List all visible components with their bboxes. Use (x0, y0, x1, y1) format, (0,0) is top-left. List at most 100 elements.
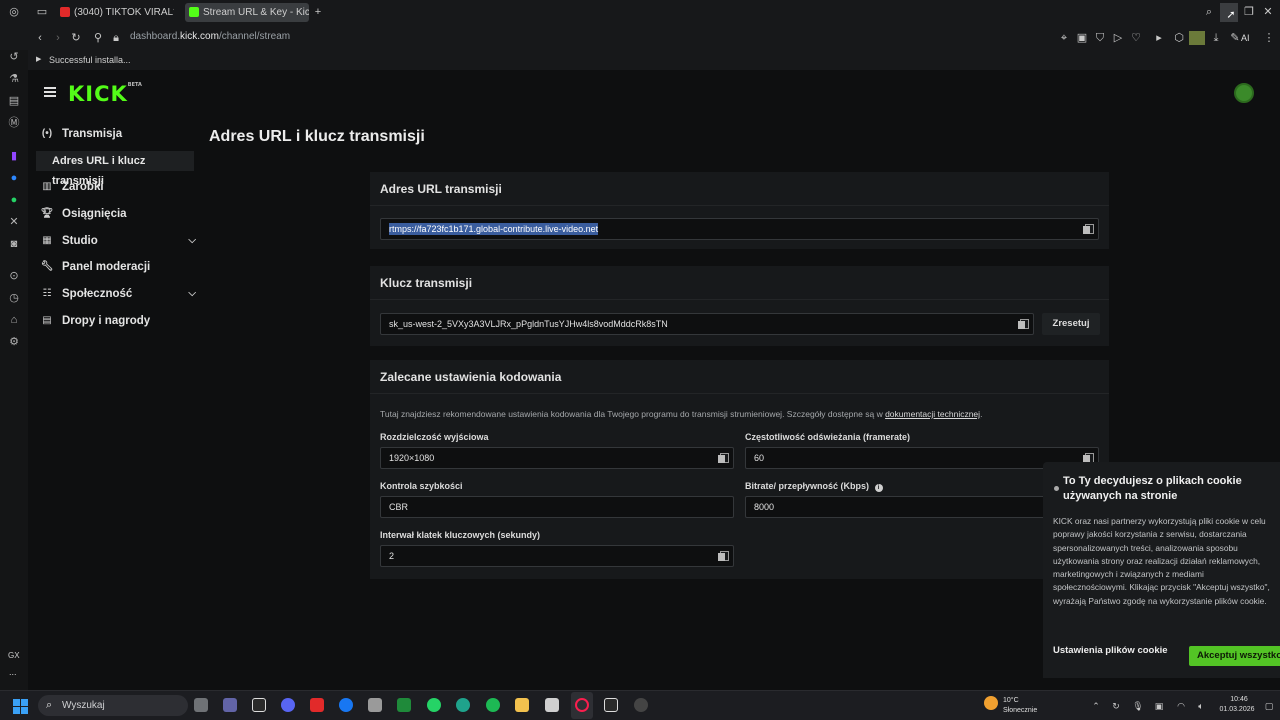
kick-logo[interactable]: KICKBETA (68, 82, 142, 106)
copy-icon[interactable] (718, 453, 729, 463)
more-label[interactable]: ... (9, 667, 17, 677)
microphone-icon[interactable]: 🎙︎ (1131, 700, 1145, 712)
keyframe-field[interactable]: 2 (380, 545, 734, 567)
edge-taskbar-icon[interactable] (456, 698, 470, 712)
opera-menu-icon[interactable]: ◎ (7, 6, 21, 18)
app2-taskbar-icon[interactable] (604, 698, 618, 712)
volume-icon[interactable]: 🔈︎ (1194, 700, 1208, 712)
more-menu-icon[interactable]: ⋮ (1262, 32, 1276, 44)
tab-kick-stream[interactable]: Stream URL & Key - Kick (185, 3, 309, 22)
green-app-taskbar-icon[interactable] (397, 698, 411, 712)
teams-icon[interactable] (223, 698, 237, 712)
tabs-icon[interactable]: ⌂ (7, 313, 21, 327)
snapshot-icon[interactable]: ▣ (1075, 32, 1089, 44)
documentation-link[interactable]: dokumentacji technicznej (885, 409, 980, 419)
app-icon[interactable] (252, 698, 266, 712)
heart-icon[interactable]: ♡ (1129, 32, 1143, 44)
close-window-icon[interactable]: ✕ (1261, 6, 1275, 18)
info-icon[interactable]: i (874, 484, 883, 492)
twitch-icon[interactable]: ▮ (7, 149, 21, 163)
store-taskbar-icon[interactable] (368, 698, 382, 712)
clock-date[interactable]: 01.03.2026 (1211, 705, 1263, 714)
windows-start-icon[interactable] (13, 699, 28, 714)
copy-icon[interactable] (1083, 224, 1094, 234)
sidebar-item-studio[interactable]: ▦ Studio ⌵ (36, 231, 196, 251)
messenger-icon[interactable]: ● (7, 171, 21, 185)
aria-ai-icon[interactable]: ✎ (1228, 32, 1242, 44)
cookie-settings-button[interactable]: Ustawienia plików cookie (1053, 645, 1168, 656)
new-tab-button[interactable]: + (311, 6, 325, 18)
rate-control-label: Kontrola szybkości (380, 481, 463, 491)
settings-icon[interactable]: ⚙ (7, 335, 21, 349)
speaker-icon[interactable]: ▣ (1152, 700, 1166, 712)
notifications-icon[interactable]: ▢ (1262, 700, 1276, 712)
stream-key-field[interactable]: sk_us-west-2_5VXy3A3VLJRx_pPgldnTusYJHw4… (380, 313, 1034, 335)
resolution-field[interactable]: 1920×1080 (380, 447, 734, 469)
search-tabs-icon[interactable]: ⌕ (1202, 6, 1216, 18)
spotify-taskbar-icon[interactable] (486, 698, 500, 712)
opera-gx-taskbar-icon[interactable] (575, 698, 589, 712)
tray-chevron-up-icon[interactable]: ⌃ (1089, 700, 1103, 712)
restore-window-icon[interactable]: ❐ (1242, 6, 1256, 18)
sidebar-item-panel-moderacji[interactable]: 🔧︎ Panel moderacji (36, 257, 196, 277)
url-domain: kick.com (180, 31, 219, 42)
extensions-icon[interactable]: ⬡ (1172, 32, 1186, 44)
sidebar-item-osiagniecia[interactable]: 🏆︎ Osiągnięcia (36, 204, 196, 224)
tab-tiktok[interactable]: (3040) TIKTOK VIRAL? Eng (56, 3, 174, 22)
ai-label[interactable]: AI (1241, 33, 1250, 43)
back-icon[interactable]: ‹ (33, 32, 47, 44)
cookie-accept-all-button[interactable]: Akceptuj wszystko (1189, 646, 1280, 666)
copy-icon[interactable] (718, 551, 729, 561)
url-prefix: dashboard. (130, 31, 181, 42)
site-settings-icon[interactable]: ⚲ (91, 32, 105, 44)
chevron-down-icon: ⌵ (188, 235, 196, 246)
crypto-wallet-icon[interactable]: ⚗ (7, 72, 21, 86)
whatsapp-taskbar-icon[interactable] (427, 698, 441, 712)
player-icon[interactable]: ▷ (1111, 32, 1125, 44)
m-icon[interactable]: Ⓜ (7, 116, 21, 130)
bookmark-item[interactable]: Successful installa... (49, 55, 131, 65)
sidebar-item-spolecznosc[interactable]: ☷ Społeczność ⌵ (36, 284, 196, 304)
url-field[interactable]: dashboard.kick.com/channel/stream (130, 31, 290, 42)
news-icon[interactable]: ▤ (7, 94, 21, 108)
pin-icon[interactable]: ⌖ (1057, 32, 1071, 44)
facebook-taskbar-icon[interactable] (339, 698, 353, 712)
copy-icon[interactable] (1018, 319, 1029, 329)
tray-app-icon[interactable]: ↻ (1109, 700, 1123, 712)
explorer-taskbar-icon[interactable] (515, 698, 529, 712)
task-view-icon[interactable] (194, 698, 208, 712)
sidebar-item-dropy[interactable]: ▤ Dropy i nagrody (36, 311, 196, 331)
discord-icon[interactable]: ◙ (7, 237, 21, 251)
player-icon[interactable]: ⊙ (7, 269, 21, 283)
gx-label[interactable]: GX (8, 651, 20, 660)
tab-overview-icon[interactable]: ▭ (35, 6, 49, 18)
app-taskbar-icon[interactable] (545, 698, 559, 712)
rate-control-field[interactable]: CBR (380, 496, 734, 518)
reload-icon[interactable]: ↻ (69, 32, 83, 44)
stream-url-field[interactable]: rtmps://fa723fc1b171.global-contribute.l… (380, 218, 1099, 240)
sidebar-item-zarobki[interactable]: ▥ Zarobki (36, 177, 196, 197)
weather-icon[interactable] (984, 696, 998, 710)
youtube-taskbar-icon[interactable] (310, 698, 324, 712)
sidebar-item-stream-url-key[interactable]: Adres URL i klucz transmisji (36, 151, 194, 187)
keyframe-value: 2 (389, 551, 395, 561)
wifi-icon[interactable]: ◠ (1174, 700, 1188, 712)
download-icon[interactable]: ⤓ (1209, 32, 1223, 44)
obs-taskbar-icon[interactable] (634, 698, 648, 712)
hamburger-menu-icon[interactable] (44, 87, 56, 97)
clock-time[interactable]: 10:46 (1217, 695, 1261, 704)
forward-icon[interactable]: › (51, 32, 65, 44)
taskbar-search-input[interactable]: ⌕ Wyszukaj (38, 695, 188, 716)
stream-url-heading: Adres URL transmisji (370, 172, 1109, 206)
x-icon[interactable]: ✕ (7, 215, 21, 229)
aria-icon[interactable]: ↺ (7, 50, 21, 64)
profile-thumbnail-icon[interactable] (1189, 31, 1205, 45)
avatar[interactable] (1234, 83, 1254, 103)
history-icon[interactable]: ◷ (7, 291, 21, 305)
whatsapp-icon[interactable]: ● (7, 193, 21, 207)
sidebar-item-transmisja[interactable]: (•) Transmisja (36, 124, 196, 144)
discord-taskbar-icon[interactable] (281, 698, 295, 712)
reset-key-button[interactable]: Zresetuj (1042, 313, 1100, 335)
play-icon[interactable]: ▸ (1152, 32, 1166, 44)
shield-icon[interactable]: ⛉ (1093, 32, 1107, 44)
